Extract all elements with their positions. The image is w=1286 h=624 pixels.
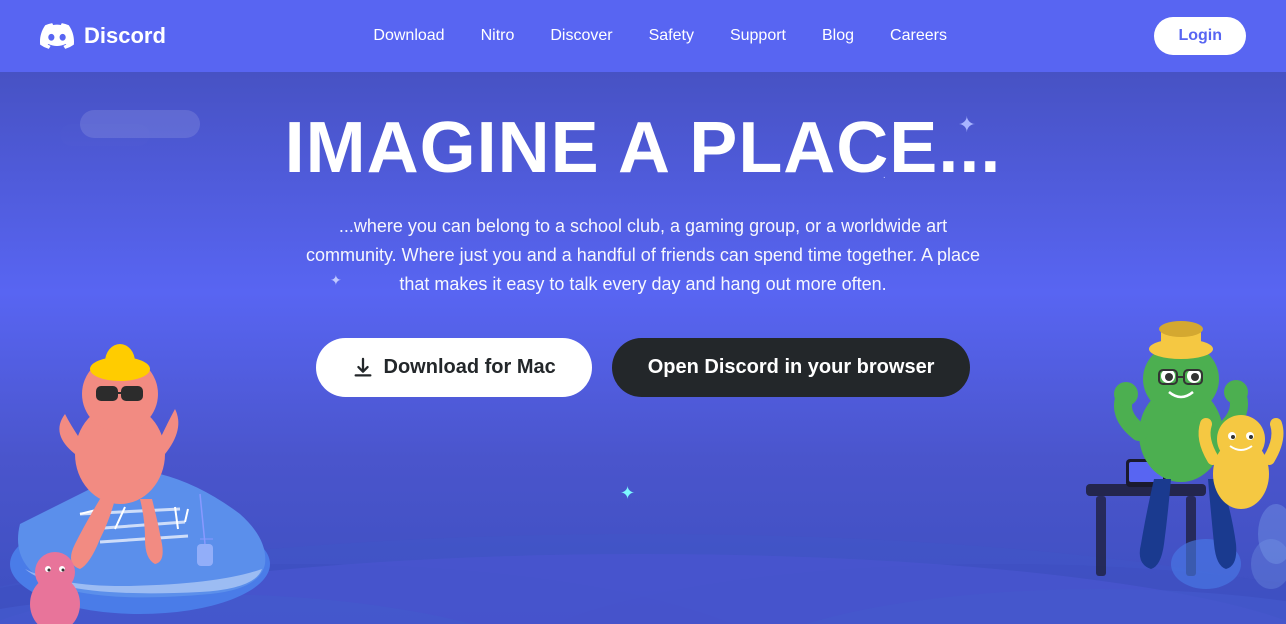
nav-link-careers[interactable]: Careers: [890, 27, 947, 44]
nav-link-nitro[interactable]: Nitro: [481, 27, 515, 44]
hero-buttons: Download for Mac Open Discord in your br…: [316, 338, 971, 397]
nav-logo-text: Discord: [84, 23, 166, 49]
nav-link-safety[interactable]: Safety: [649, 27, 694, 44]
nav-link-discover[interactable]: Discover: [550, 27, 612, 44]
navbar: Discord Download Nitro Discover Safety S…: [0, 0, 1286, 72]
sparkle-icon-1: ✦: [958, 112, 976, 138]
character-left: [0, 144, 280, 624]
nav-links: Download Nitro Discover Safety Support B…: [373, 27, 947, 45]
sparkle-icon-4: ·: [883, 172, 886, 183]
cloud-decoration-2: [60, 124, 150, 146]
download-icon: [352, 357, 374, 379]
open-browser-button[interactable]: Open Discord in your browser: [612, 338, 971, 397]
discord-logo-icon: [40, 19, 74, 53]
login-button[interactable]: Login: [1154, 17, 1246, 55]
download-mac-button[interactable]: Download for Mac: [316, 338, 592, 397]
nav-link-blog[interactable]: Blog: [822, 27, 854, 44]
character-right: [1006, 184, 1286, 624]
hero-title: IMAGINE A PLACE...: [285, 112, 1002, 184]
hero-section: ✦ ✦ ✦ · IMAGINE A PLACE... ...where you …: [0, 72, 1286, 624]
hero-subtitle: ...where you can belong to a school club…: [303, 212, 983, 298]
nav-link-support[interactable]: Support: [730, 27, 786, 44]
nav-link-download[interactable]: Download: [373, 27, 444, 44]
nav-logo[interactable]: Discord: [40, 19, 166, 53]
